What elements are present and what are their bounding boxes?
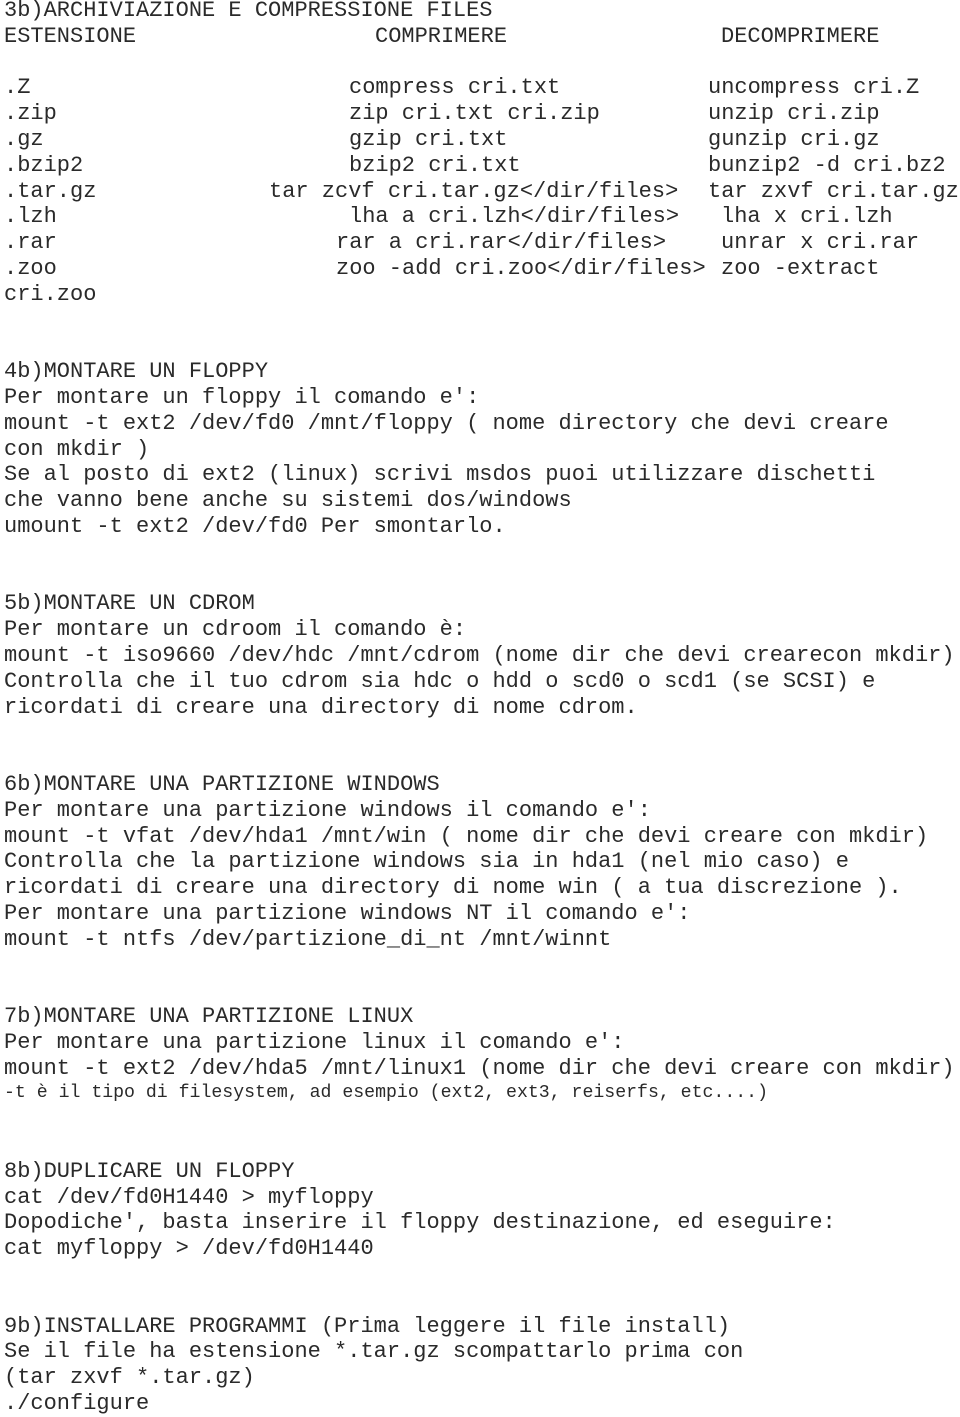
table-row: .gz gzip cri.txt gunzip cri.gz: [4, 127, 960, 153]
text-line: Se al posto di ext2 (linux) scrivi msdos…: [4, 462, 876, 488]
section-title: 4b)MONTARE UN FLOPPY: [4, 359, 269, 385]
text-line: mount -t ntfs /dev/partizione_di_nt /mnt…: [4, 926, 612, 952]
cell-extension: .lzh: [4, 204, 57, 230]
table-row: .lzh lha a cri.lzh</dir/files> lha x cri…: [4, 204, 960, 230]
text-line: Per montare un floppy il comando e':: [4, 384, 480, 410]
cell-extension: .zoo: [4, 255, 57, 281]
section-duplicate-floppy: 8b)DUPLICARE UN FLOPPY cat /dev/fd0H1440…: [4, 1159, 960, 1262]
text-line: (tar zxvf *.tar.gz): [4, 1365, 255, 1391]
wrapped-text: cri.zoo: [4, 281, 97, 307]
text-line: Controlla che il tuo cdrom sia hdc o hdd…: [4, 668, 876, 694]
cell-extension: .rar: [4, 230, 57, 256]
section-title: 8b)DUPLICARE UN FLOPPY: [4, 1158, 295, 1184]
table-row: .bzip2 bzip2 cri.txt bunzip2 -d cri.bz2: [4, 153, 960, 179]
text-line: con mkdir ): [4, 436, 150, 462]
cell-decompress: gunzip cri.gz: [708, 126, 880, 152]
table-row: .zoo zoo -add cri.zoo</dir/files> zoo -e…: [4, 256, 960, 282]
cell-compress: lha a cri.lzh</dir/files>: [349, 204, 680, 230]
text-line: cat myfloppy > /dev/fd0H1440: [4, 1236, 374, 1262]
section-title: 6b)MONTARE UNA PARTIZIONE WINDOWS: [4, 771, 440, 797]
text-line: Dopodiche', basta inserire il floppy des…: [4, 1210, 836, 1236]
header-extension: ESTENSIONE: [4, 23, 137, 49]
cell-decompress: unzip cri.zip: [708, 101, 880, 127]
table-header: ESTENSIONE COMPRIMERE DECOMPRIMERE: [4, 24, 960, 50]
section-title: 9b)INSTALLARE PROGRAMMI (Prima leggere i…: [4, 1313, 731, 1339]
text-line: cat /dev/fd0H1440 > myfloppy: [4, 1184, 374, 1210]
header-decompress: DECOMPRIMERE: [721, 23, 880, 49]
cell-compress: bzip2 cri.txt: [349, 152, 521, 178]
cell-extension: .zip: [4, 101, 57, 127]
text-line: mount -t ext2 /dev/hda5 /mnt/linux1 (nom…: [4, 1055, 955, 1081]
cell-decompress: zoo -extract: [721, 255, 880, 281]
text-line: ./configure: [4, 1391, 150, 1417]
text-line: ricordati di creare una directory di nom…: [4, 694, 638, 720]
text-line: Per montare una partizione windows NT il…: [4, 900, 691, 926]
cell-decompress: lha x cri.lzh: [721, 204, 893, 230]
section-archiving: 3b)ARCHIVIAZIONE E COMPRESSIONE FILES ES…: [4, 0, 960, 308]
section-title: 5b)MONTARE UN CDROM: [4, 591, 255, 617]
note-line: -t è il tipo di filesystem, ad esempio (…: [4, 1083, 768, 1104]
table-row: .Z compress cri.txt uncompress cri.Z: [4, 75, 960, 101]
section-windows-partition: 6b)MONTARE UNA PARTIZIONE WINDOWS Per mo…: [4, 772, 960, 953]
cell-compress: zoo -add cri.zoo</dir/files>: [336, 255, 706, 281]
text-line: Per montare una partizione windows il co…: [4, 797, 651, 823]
cell-decompress: bunzip2 -d cri.bz2: [708, 152, 946, 178]
text-line: Se il file ha estensione *.tar.gz scompa…: [4, 1339, 744, 1365]
text-line: umount -t ext2 /dev/fd0 Per smontarlo.: [4, 513, 506, 539]
table-row: .zip zip cri.txt cri.zip unzip cri.zip: [4, 101, 960, 127]
text-line: Controlla che la partizione windows sia …: [4, 849, 849, 875]
cell-compress: compress cri.txt: [349, 75, 561, 101]
table-row: .rar rar a cri.rar</dir/files> unrar x c…: [4, 230, 960, 256]
header-compress: COMPRIMERE: [375, 23, 508, 49]
cell-extension: .bzip2: [4, 152, 84, 178]
text-line: che vanno bene anche su sistemi dos/wind…: [4, 488, 572, 514]
cell-decompress: unrar x cri.rar: [721, 230, 920, 256]
table-row: .tar.gz tar zcvf cri.tar.gz</dir/files> …: [4, 179, 960, 205]
section-floppy: 4b)MONTARE UN FLOPPY Per montare un flop…: [4, 359, 960, 540]
text-line: mount -t iso9660 /dev/hdc /mnt/cdrom (no…: [4, 642, 955, 668]
text-line: ricordati di creare una directory di nom…: [4, 875, 902, 901]
text-line: mount -t ext2 /dev/fd0 /mnt/floppy ( nom…: [4, 410, 889, 436]
cell-decompress: tar zxvf cri.tar.gz: [708, 178, 959, 204]
section-title: 7b)MONTARE UNA PARTIZIONE LINUX: [4, 1004, 414, 1030]
section-cdrom: 5b)MONTARE UN CDROM Per montare un cdroo…: [4, 591, 960, 720]
cell-extension: .Z: [4, 75, 31, 101]
section-install-programs: 9b)INSTALLARE PROGRAMMI (Prima leggere i…: [4, 1314, 960, 1417]
cell-compress: zip cri.txt cri.zip: [349, 101, 600, 127]
cell-compress: tar zcvf cri.tar.gz</dir/files>: [269, 178, 679, 204]
section-linux-partition: 7b)MONTARE UNA PARTIZIONE LINUX Per mont…: [4, 1004, 960, 1107]
document: 3b)ARCHIVIAZIONE E COMPRESSIONE FILES ES…: [4, 0, 960, 1417]
text-line: mount -t vfat /dev/hda1 /mnt/win ( nome …: [4, 823, 929, 849]
cell-compress: gzip cri.txt: [349, 126, 508, 152]
cell-compress: rar a cri.rar</dir/files>: [336, 230, 667, 256]
cell-extension: .tar.gz: [4, 178, 97, 204]
section-title: 3b)ARCHIVIAZIONE E COMPRESSIONE FILES: [4, 0, 493, 23]
cell-extension: .gz: [4, 126, 44, 152]
text-line: Per montare un cdroom il comando è:: [4, 617, 467, 643]
text-line: Per montare una partizione linux il coma…: [4, 1029, 625, 1055]
cell-decompress: uncompress cri.Z: [708, 75, 920, 101]
